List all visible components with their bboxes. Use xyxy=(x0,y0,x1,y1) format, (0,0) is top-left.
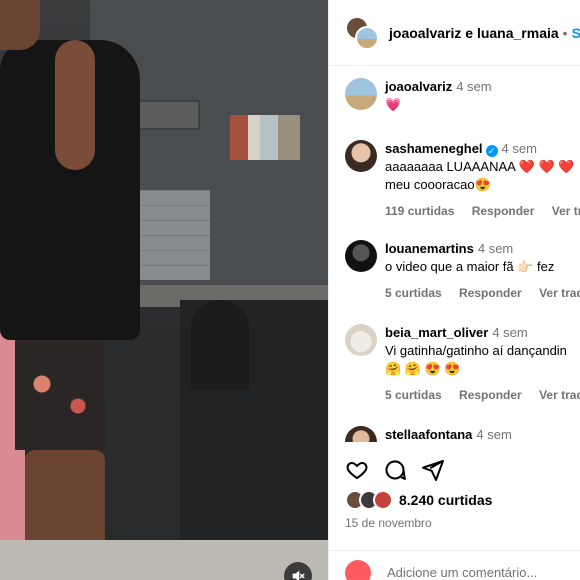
like-count[interactable]: 8.240 curtidas xyxy=(399,492,492,508)
comment-time[interactable]: 4 sem xyxy=(478,241,513,256)
author-connector: e xyxy=(465,24,474,41)
collab-avatars[interactable] xyxy=(345,15,379,50)
comment-item: stellaafontana 4 sem xyxy=(345,426,580,442)
verified-badge-icon: ✓ xyxy=(485,145,498,157)
translate-button[interactable]: Ver tradu xyxy=(552,204,580,218)
share-icon[interactable] xyxy=(421,458,445,482)
video-bottles xyxy=(230,115,300,160)
avatar[interactable] xyxy=(345,78,377,110)
comment-username[interactable]: stellaafontana xyxy=(385,427,472,442)
comment-item: beia_mart_oliver 4 sem Vi gatinha/gatinho… xyxy=(345,324,580,426)
video-person-arm xyxy=(55,40,95,170)
comment-likes[interactable]: 119 curtidas xyxy=(385,204,454,218)
comment-item: louanemartins 4 sem o video que a maior f… xyxy=(345,240,580,324)
follow-button[interactable]: Seg xyxy=(572,25,580,41)
comment-icon[interactable] xyxy=(383,458,407,482)
caption-username[interactable]: joaoalvariz xyxy=(385,79,452,94)
avatar[interactable] xyxy=(345,240,377,272)
comment-text: Vi gatinha/gatinho aí dançandin xyxy=(385,343,567,358)
comment-likes[interactable]: 5 curtidas xyxy=(385,388,442,402)
add-comment-bar: Adicione um comentário... xyxy=(329,550,580,580)
comment-text: o video que a maior fã 👉🏻 fez xyxy=(385,259,555,274)
likes-summary[interactable]: 8.240 curtidas xyxy=(345,490,492,510)
caption-text: 💗 xyxy=(385,97,402,112)
comment-time[interactable]: 4 sem xyxy=(492,325,527,340)
comment-text: aaaaaaaa LUAAANAA ❤️ ❤️ ❤️ xyxy=(385,159,575,174)
translate-button[interactable]: Ver traduçã xyxy=(539,286,580,300)
video-person-shorts xyxy=(15,340,105,450)
post-sidebar: joaoalvariz e luana_rmaia • Seg joaoalva… xyxy=(328,0,580,580)
reply-button[interactable]: Responder xyxy=(472,204,535,218)
avatar[interactable] xyxy=(345,140,377,172)
heart-icon[interactable] xyxy=(345,458,369,482)
avatar[interactable] xyxy=(345,324,377,356)
avatar xyxy=(355,25,379,50)
post-caption: joaoalvariz 4 sem 💗 xyxy=(345,78,580,140)
comments-list[interactable]: joaoalvariz 4 sem 💗 sashameneghel ✓ 4 sem a… xyxy=(345,78,580,442)
comment-input[interactable]: Adicione um comentário... xyxy=(387,565,537,580)
translate-button[interactable]: Ver traduçã xyxy=(539,388,580,402)
avatar xyxy=(373,490,393,510)
post-header: joaoalvariz e luana_rmaia • Seg xyxy=(329,0,580,66)
comment-item: sashameneghel ✓ 4 sem aaaaaaaa LUAAANAA ❤️… xyxy=(345,140,580,240)
comment-time[interactable]: 4 sem xyxy=(476,427,511,442)
comment-text: meu coooracao😍 xyxy=(385,177,491,192)
comment-text: 🤗 🤗 😍 😍 xyxy=(385,361,461,376)
post-actions xyxy=(345,458,445,482)
comment-likes[interactable]: 5 curtidas xyxy=(385,286,442,300)
avatar[interactable] xyxy=(345,426,377,442)
caption-time[interactable]: 4 sem xyxy=(456,79,491,94)
video-chair xyxy=(190,300,250,390)
comment-username[interactable]: sashameneghel xyxy=(385,141,483,156)
comment-username[interactable]: beia_mart_oliver xyxy=(385,325,488,340)
comment-username[interactable]: louanemartins xyxy=(385,241,474,256)
reply-button[interactable]: Responder xyxy=(459,286,522,300)
author-link[interactable]: luana_rmaia xyxy=(477,25,559,41)
video-player[interactable] xyxy=(0,0,328,580)
header-separator: • xyxy=(562,24,568,41)
post-authors: joaoalvariz e luana_rmaia xyxy=(389,25,559,41)
comment-time[interactable]: 4 sem xyxy=(502,141,537,156)
emoji-icon[interactable] xyxy=(345,559,371,580)
author-link[interactable]: joaoalvariz xyxy=(389,25,461,41)
muted-speaker-icon xyxy=(292,570,305,580)
video-person-head xyxy=(0,0,40,50)
video-floor xyxy=(0,540,328,580)
post-date[interactable]: 15 de novembro xyxy=(345,516,432,530)
reply-button[interactable]: Responder xyxy=(459,388,522,402)
